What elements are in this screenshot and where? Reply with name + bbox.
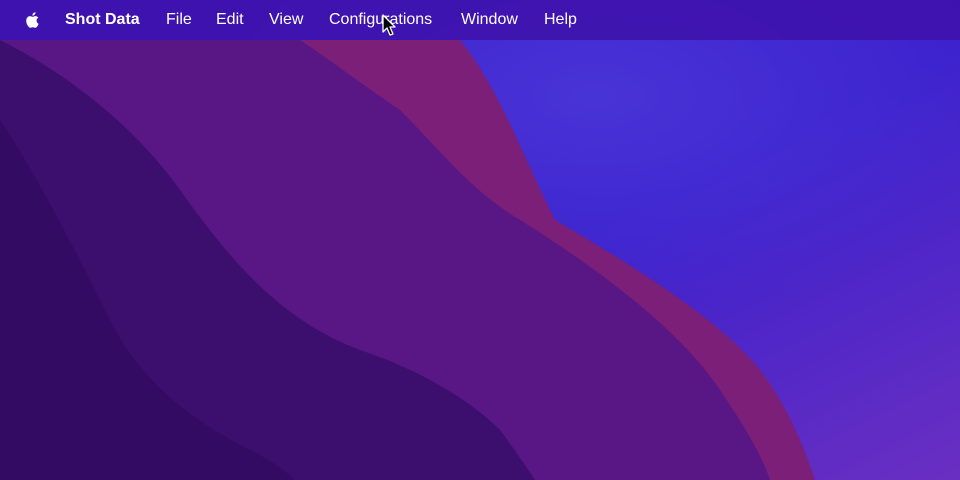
desktop-wallpaper (0, 0, 960, 480)
menu-configurations[interactable]: Configurations (329, 11, 432, 29)
menu-bar: Shot Data File Edit View Configurations … (0, 0, 960, 40)
menu-view[interactable]: View (269, 11, 303, 29)
menu-help[interactable]: Help (544, 11, 577, 29)
menu-window[interactable]: Window (461, 11, 518, 29)
menu-file[interactable]: File (166, 11, 192, 29)
menu-app-name[interactable]: Shot Data (65, 11, 140, 29)
menu-edit[interactable]: Edit (216, 11, 244, 29)
mouse-pointer-icon (382, 14, 398, 38)
apple-logo-icon[interactable] (23, 10, 43, 30)
